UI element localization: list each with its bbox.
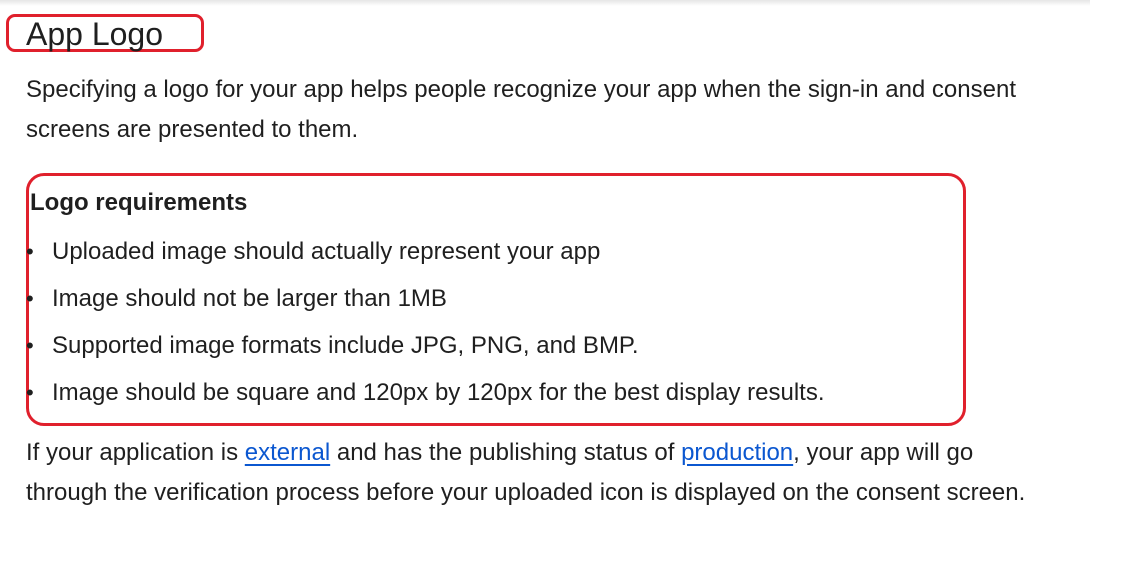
list-item-text: Image should be square and 120px by 120p… — [52, 379, 825, 406]
page-title: App Logo — [26, 16, 164, 52]
bullet-icon: • — [26, 286, 34, 311]
external-link[interactable]: external — [245, 439, 330, 466]
bullet-icon: • — [26, 239, 34, 264]
intro-paragraph: Specifying a logo for your app helps peo… — [26, 76, 1016, 143]
requirements-heading: Logo requirements — [30, 189, 248, 216]
bullet-icon: • — [26, 380, 34, 405]
production-link[interactable]: production — [681, 439, 793, 466]
outro-paragraph: If your application is external and has … — [26, 433, 1036, 513]
outro-text: If your application is — [26, 439, 245, 466]
list-item-text: Image should not be larger than 1MB — [52, 285, 447, 312]
list-item-text: Uploaded image should actually represent… — [52, 238, 601, 265]
list-item-text: Supported image formats include JPG, PNG… — [52, 332, 639, 359]
outro-text: and has the publishing status of — [330, 439, 682, 466]
bullet-icon: • — [26, 333, 34, 358]
top-shadow — [0, 0, 1090, 6]
